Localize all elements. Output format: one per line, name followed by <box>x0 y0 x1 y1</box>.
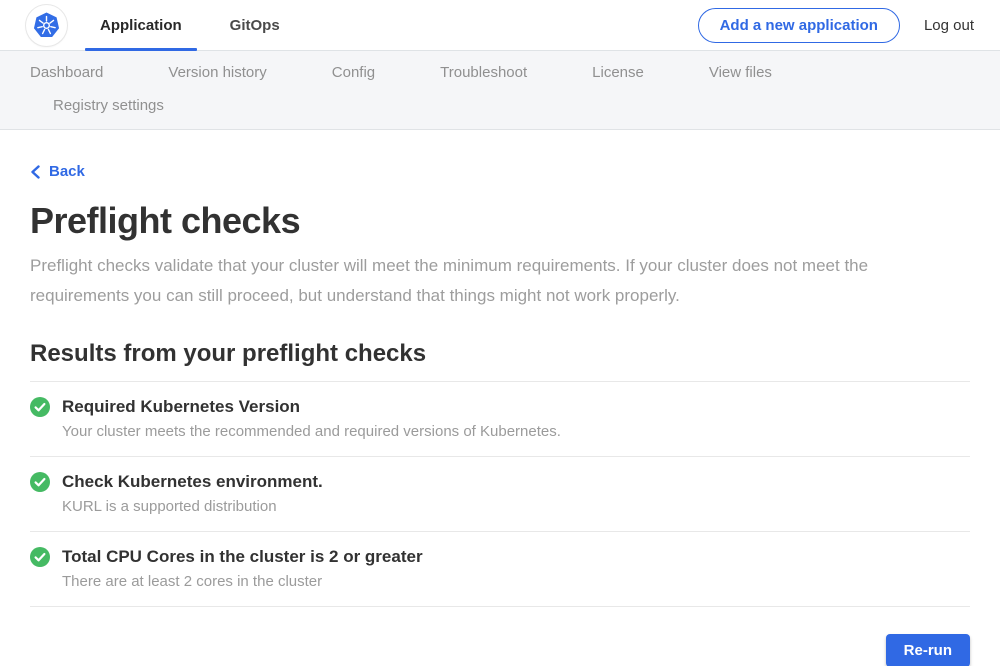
subnav-row-1: Dashboard Version history Config Troublesho… <box>30 64 970 81</box>
back-link[interactable]: Back <box>30 163 85 180</box>
logout-button[interactable]: Log out <box>924 17 974 34</box>
add-new-application-button[interactable]: Add a new application <box>698 8 900 43</box>
admin-console-page: Application GitOps Add a new application… <box>0 0 1000 666</box>
subnav-item[interactable]: Dashboard <box>30 64 103 81</box>
check-title: Total CPU Cores in the cluster is 2 or g… <box>62 546 423 568</box>
tab-application-label: Application <box>100 17 182 34</box>
page-description: Preflight checks validate that your clus… <box>30 251 970 311</box>
header-right: Add a new application Log out <box>698 0 974 50</box>
rerun-button[interactable]: Re-run <box>886 634 970 666</box>
preflight-check-row: Check Kubernetes environment. KURL is a … <box>30 456 970 531</box>
subnav-item[interactable]: License <box>592 64 644 81</box>
back-link-label: Back <box>49 163 85 180</box>
tab-application[interactable]: Application <box>85 0 197 50</box>
check-pass-icon <box>30 472 50 492</box>
subnav-item[interactable]: Registry settings <box>53 97 164 114</box>
subnav-item[interactable]: Troubleshoot <box>440 64 527 81</box>
results-heading: Results from your preflight checks <box>30 340 970 368</box>
tab-gitops[interactable]: GitOps <box>215 0 295 50</box>
subnav-item[interactable]: Version history <box>168 64 266 81</box>
subnav-row-2: Registry settings <box>30 97 970 114</box>
check-text: Total CPU Cores in the cluster is 2 or g… <box>62 546 423 591</box>
actions-bar: Re-run <box>30 634 970 666</box>
check-text: Check Kubernetes environment. KURL is a … <box>62 471 323 516</box>
main-header: Application GitOps Add a new application… <box>0 0 1000 51</box>
check-title: Required Kubernetes Version <box>62 396 561 418</box>
check-message: Your cluster meets the recommended and r… <box>62 423 561 441</box>
check-title: Check Kubernetes environment. <box>62 471 323 493</box>
subnav-item[interactable]: View files <box>709 64 772 81</box>
page-title: Preflight checks <box>30 200 970 242</box>
logo-wrap <box>26 0 67 50</box>
check-pass-icon <box>30 397 50 417</box>
chevron-left-icon <box>30 165 41 179</box>
check-text: Required Kubernetes Version Your cluster… <box>62 396 561 441</box>
main-content: Back Preflight checks Preflight checks v… <box>0 130 1000 666</box>
preflight-check-row: Required Kubernetes Version Your cluster… <box>30 381 970 456</box>
check-pass-icon <box>30 547 50 567</box>
preflight-results-list: Required Kubernetes Version Your cluster… <box>30 381 970 607</box>
subnav-item[interactable]: Config <box>332 64 375 81</box>
check-message: There are at least 2 cores in the cluste… <box>62 573 423 591</box>
check-message: KURL is a supported distribution <box>62 498 323 516</box>
tab-gitops-label: GitOps <box>230 17 280 34</box>
kubernetes-logo-icon <box>26 5 67 46</box>
app-subnav: Dashboard Version history Config Troublesho… <box>0 51 1000 130</box>
preflight-check-row: Total CPU Cores in the cluster is 2 or g… <box>30 531 970 606</box>
